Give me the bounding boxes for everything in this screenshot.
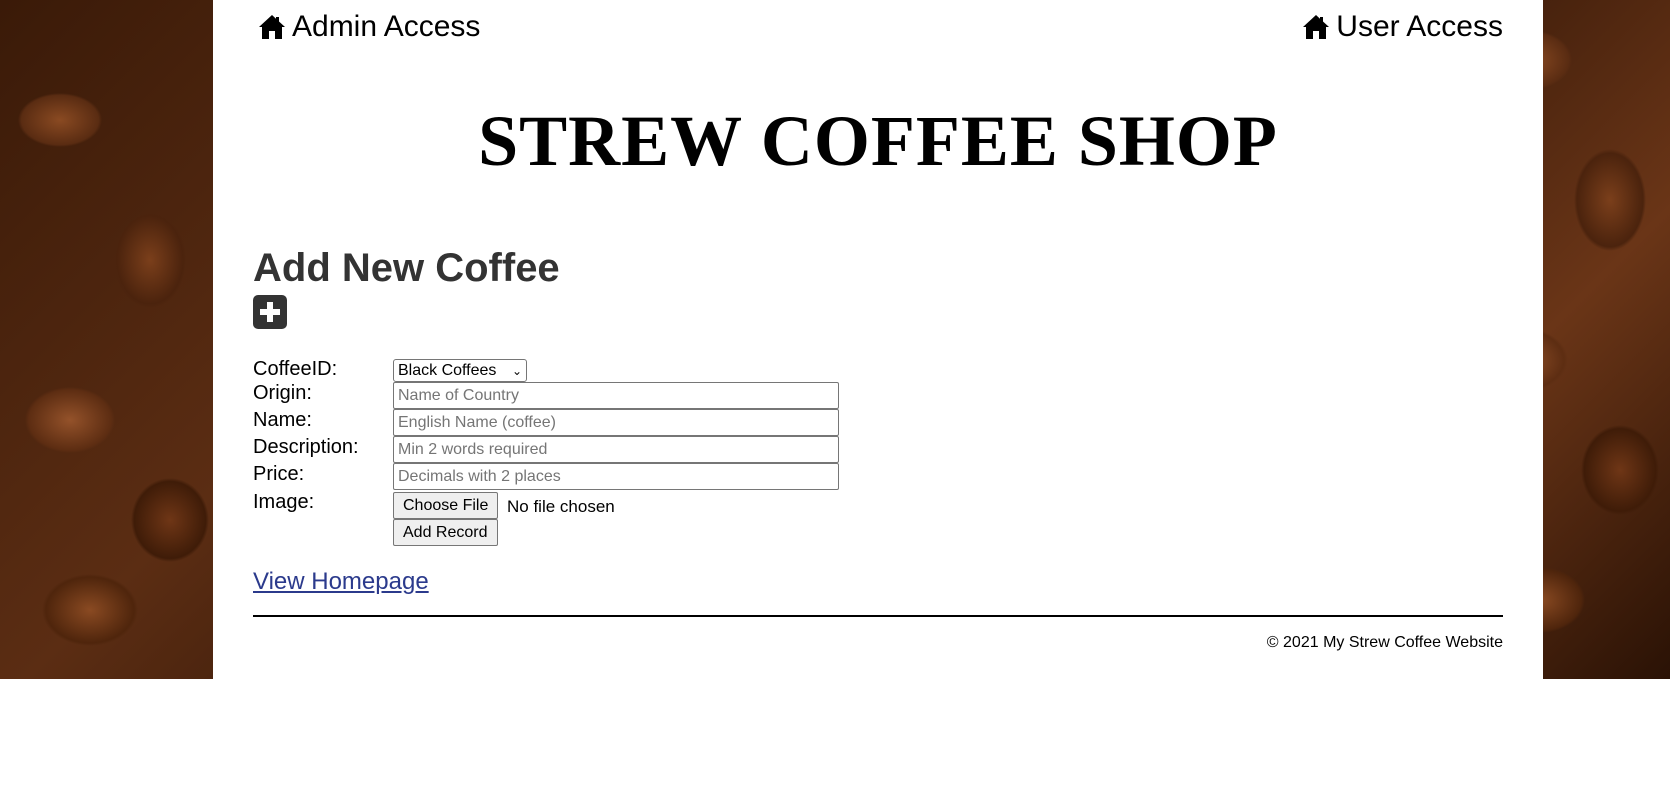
- chevron-down-icon: ⌄: [511, 363, 522, 378]
- site-title: STREW COFFEE SHOP: [478, 101, 1278, 181]
- home-icon: [1303, 15, 1330, 39]
- name-label: Name:: [253, 409, 312, 431]
- origin-label: Origin:: [253, 382, 312, 404]
- image-label: Image:: [253, 491, 315, 513]
- choose-file-button[interactable]: Choose File: [393, 492, 499, 519]
- coffee-id-selected-value: Black Coffees: [398, 361, 497, 379]
- plus-square-icon[interactable]: [253, 295, 287, 329]
- origin-input[interactable]: [393, 382, 839, 409]
- add-coffee-title: Add New Coffee: [253, 246, 560, 290]
- description-input[interactable]: [393, 436, 839, 463]
- coffee-id-select[interactable]: Black Coffees ⌄: [393, 359, 527, 382]
- name-input[interactable]: [393, 409, 839, 436]
- home-icon: [259, 15, 285, 39]
- add-record-button[interactable]: Add Record: [393, 519, 498, 546]
- footer-divider: [253, 615, 1503, 617]
- footer-copyright: © 2021 My Strew Coffee Website: [1266, 634, 1503, 651]
- price-input[interactable]: [393, 463, 839, 490]
- view-homepage-link[interactable]: View Homepage: [253, 568, 429, 596]
- user-access-label: User Access: [1336, 10, 1503, 43]
- top-nav: Admin Access User Access: [258, 10, 1503, 46]
- admin-access-label: Admin Access: [292, 10, 481, 43]
- user-access-link[interactable]: User Access: [1302, 10, 1503, 44]
- coffee-id-label: CoffeeID:: [253, 358, 338, 380]
- admin-access-link[interactable]: Admin Access: [258, 10, 480, 44]
- price-label: Price:: [253, 463, 305, 485]
- file-status-text: No file chosen: [507, 497, 615, 516]
- description-label: Description:: [253, 436, 359, 458]
- main-container: Admin Access User Access STREW COFFEE SH…: [213, 0, 1543, 679]
